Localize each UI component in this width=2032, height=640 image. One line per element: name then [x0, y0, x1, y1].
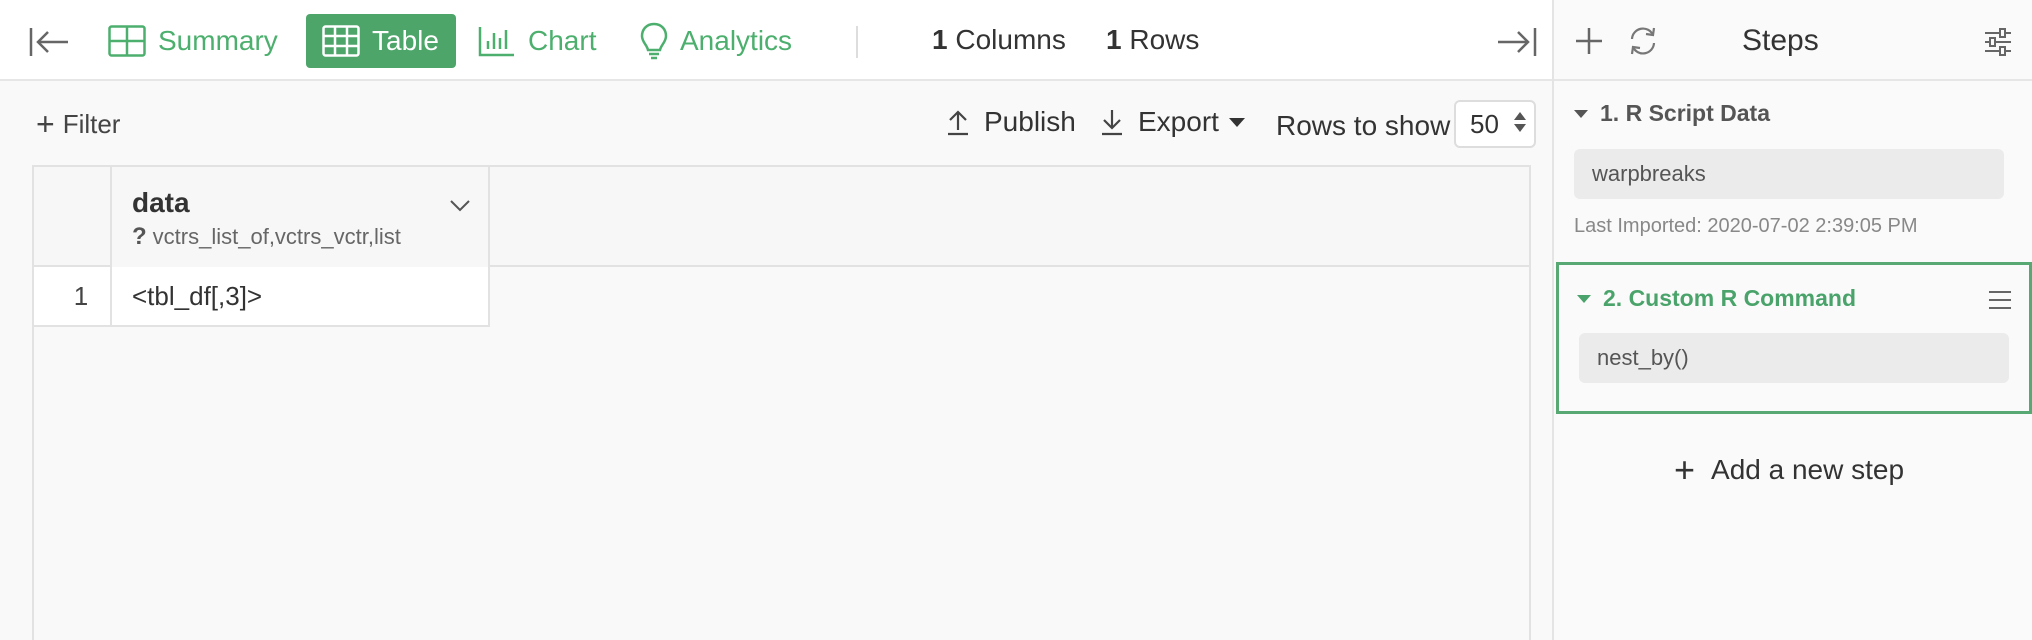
tab-summary-label: Summary: [158, 25, 278, 56]
tab-chart[interactable]: Chart: [478, 14, 596, 68]
table-icon: [322, 25, 360, 57]
collapse-left-icon[interactable]: [28, 24, 72, 60]
rows-count: 1 Rows: [1106, 24, 1199, 56]
bar-chart-icon: [478, 25, 516, 57]
steps-panel: Steps 1. R Script Data warpbreaks Last I…: [1552, 0, 2032, 640]
add-filter-button[interactable]: + Filter: [36, 108, 120, 140]
question-mark-icon: ?: [132, 223, 147, 250]
add-new-step-label: Add a new step: [1711, 454, 1905, 485]
step-title[interactable]: 1. R Script Data: [1574, 100, 2018, 127]
main-area: Summary Table Chart Analytics 1 Columns: [0, 0, 1552, 640]
expand-right-icon[interactable]: [1494, 24, 1538, 60]
rows-to-show-label: Rows to show: [1276, 110, 1451, 141]
steps-panel-header: Steps: [1554, 0, 2032, 81]
plus-icon: +: [1674, 449, 1696, 490]
table-row: 1 <tbl_df[,3]>: [34, 267, 490, 327]
upload-icon: [946, 108, 970, 136]
download-icon: [1100, 108, 1124, 136]
tab-analytics-label: Analytics: [680, 25, 793, 56]
add-new-step-button[interactable]: + Add a new step: [1674, 452, 1904, 488]
last-imported: Last Imported: 2020-07-02 2:39:05 PM: [1574, 215, 1918, 237]
tab-table[interactable]: Table: [306, 14, 456, 68]
step-title-label: 2. Custom R Command: [1603, 285, 1857, 311]
columns-count-label: Columns: [955, 24, 1066, 55]
rows-to-show-select[interactable]: 50: [1454, 100, 1536, 148]
columns-count-value: 1: [932, 24, 948, 55]
row-number: 1: [34, 267, 112, 325]
settings-sliders-icon[interactable]: [1982, 26, 2014, 58]
tab-table-label: Table: [372, 25, 439, 56]
steps-title: Steps: [1742, 24, 1819, 57]
divider: [856, 26, 858, 58]
export-label: Export: [1138, 106, 1219, 137]
stepper-arrows-icon: [1514, 112, 1526, 132]
column-type-label: vctrs_list_of,vctrs_vctr,list: [152, 224, 401, 249]
add-icon[interactable]: [1572, 24, 1606, 58]
tab-analytics[interactable]: Analytics: [640, 14, 792, 68]
hamburger-menu-icon[interactable]: [1987, 289, 2013, 311]
filter-label: Filter: [62, 108, 121, 139]
step-r-script-data[interactable]: 1. R Script Data warpbreaks Last Importe…: [1574, 100, 2018, 238]
step-custom-r-command[interactable]: 2. Custom R Command nest_by(): [1556, 262, 2032, 414]
columns-count: 1 Columns: [932, 24, 1066, 56]
summary-grid-icon: [108, 25, 146, 57]
publish-button[interactable]: Publish: [946, 106, 1076, 138]
step-value: warpbreaks: [1574, 149, 2004, 199]
caret-down-icon: [1228, 117, 1245, 127]
data-grid: data ? vctrs_list_of,vctrs_vctr,list 1 <…: [32, 165, 1531, 640]
caret-down-icon: [1574, 109, 1588, 118]
grid-header: data ? vctrs_list_of,vctrs_vctr,list: [34, 167, 1529, 267]
step-value: nest_by(): [1579, 333, 2009, 383]
view-tabs-bar: Summary Table Chart Analytics 1 Columns: [0, 0, 1552, 81]
refresh-icon[interactable]: [1626, 24, 1660, 58]
tab-chart-label: Chart: [528, 25, 597, 56]
table-cell[interactable]: <tbl_df[,3]>: [112, 267, 490, 325]
rows-count-value: 1: [1106, 24, 1122, 55]
lightbulb-icon: [640, 22, 668, 60]
row-number-header: [34, 167, 112, 267]
column-type: ? vctrs_list_of,vctrs_vctr,list: [132, 223, 401, 251]
rows-count-label: Rows: [1129, 24, 1200, 55]
tab-summary[interactable]: Summary: [108, 14, 278, 68]
column-header-data[interactable]: data ? vctrs_list_of,vctrs_vctr,list: [112, 167, 490, 267]
export-dropdown[interactable]: Export: [1100, 106, 1245, 138]
chevron-down-icon[interactable]: [448, 193, 472, 217]
caret-down-icon: [1577, 294, 1591, 303]
plus-icon: +: [36, 106, 55, 142]
publish-label: Publish: [984, 106, 1076, 137]
column-name: data: [132, 187, 190, 218]
step-title-label: 1. R Script Data: [1600, 100, 1770, 126]
rows-to-show-value: 50: [1470, 109, 1499, 139]
step-title[interactable]: 2. Custom R Command: [1577, 285, 1856, 312]
